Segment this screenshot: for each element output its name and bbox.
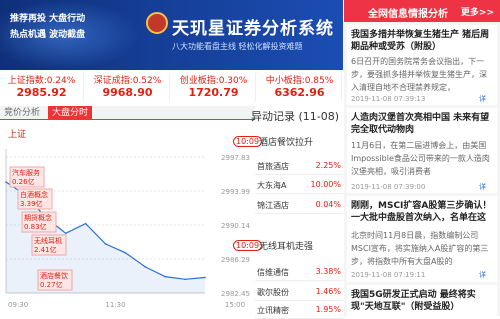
stock-name: 锦江酒店 xyxy=(257,201,289,210)
annotation-label: 期货概念 xyxy=(24,213,52,222)
annotation-label: 白酒概念 xyxy=(20,190,48,199)
price-point xyxy=(64,232,67,235)
news-item[interactable]: 我国5G研发正式启动 最终将实现"天地互联"（附受益股） xyxy=(347,285,497,316)
news-panel: 全网信息情报分析 更多>> 我国多措并举恢复生猪生产 猪后周期品种或受苏（附股）… xyxy=(344,0,500,316)
news-item[interactable]: 人造肉汉堡首次亮相中国 未来有望完全取代动物肉 11月6日，在第二届进博会上，由… xyxy=(347,108,497,193)
news-date: 2019-11-08 07:19:11 xyxy=(351,271,426,279)
news-item[interactable]: 我国多措并举恢复生猪生产 猪后周期品种或受苏（附股） 6日召开的国务院常务会议指… xyxy=(347,25,497,105)
price-point xyxy=(84,222,87,225)
stock-pct: 3.38% xyxy=(315,267,341,276)
event-time: 10:09 xyxy=(233,240,263,251)
tab-intraday[interactable]: 大盘分时 xyxy=(48,106,93,120)
chart-title: 上证 xyxy=(8,130,27,140)
detail-icon[interactable]: 详 xyxy=(479,270,486,280)
news-item[interactable]: 刚刚，MSCI扩容A股第三步确认！一大批中盘股首次纳入，名单在这 北京时间11月… xyxy=(347,196,497,282)
stock-name: 歌尔股份 xyxy=(257,288,289,297)
index-shenzhen[interactable]: 深证成指:0.52% 9968.90 xyxy=(86,73,170,101)
stock-name: 信维通信 xyxy=(257,268,289,277)
price-point xyxy=(5,181,7,183)
news-date: 2019-11-08 07:39:00 xyxy=(351,183,426,191)
x-tick-label: 09:30 xyxy=(8,301,28,309)
stock-pct: 0.04% xyxy=(315,200,341,209)
app-logo-icon xyxy=(146,12,168,34)
index-chinext[interactable]: 创业板指:0.30% 1720.79 xyxy=(172,73,256,101)
price-point xyxy=(104,243,107,245)
news-headline[interactable]: 我国多措并举恢复生猪生产 猪后周期品种或受苏（附股） xyxy=(351,29,493,53)
price-point xyxy=(184,278,186,281)
annotation-amount: 3.39亿 xyxy=(20,199,43,208)
event-time: 10:09 xyxy=(233,136,263,147)
event-name[interactable]: 无线耳机走强 xyxy=(259,239,313,252)
stock-name: 首旅酒店 xyxy=(257,162,289,171)
news-more-link[interactable]: 更多>> xyxy=(461,5,494,18)
index-value: 6362.96 xyxy=(274,86,325,99)
app-subtitle: 八大功能看盘主线 轻松化解投资难题 xyxy=(172,42,303,51)
news-date: 2019-11-08 07:39:13 xyxy=(351,95,426,103)
news-body: 北京时间11月8日晨，指数编制公司MSCI宣布，将实施纳入A股扩容的第三步，将指… xyxy=(351,231,489,266)
stock-pct: 10.00% xyxy=(310,180,341,189)
annotation-label: 无线耳机 xyxy=(34,236,62,245)
event-stock-row[interactable]: 信维通信 3.38% xyxy=(255,264,343,281)
x-tick-label: 11:30 xyxy=(105,301,125,309)
annotation-label: 汽车服务 xyxy=(12,168,40,177)
stock-pct: 1.95% xyxy=(315,305,341,314)
events-panel: 异动记录 (11-08) 10:09 酒店餐饮拉升 首旅酒店 2.25% 大东海… xyxy=(233,106,343,319)
chart-tabs: 竞价分析 大盘分时 xyxy=(0,106,255,120)
news-headline[interactable]: 我国5G研发正式启动 最终将实现"天地互联"（附受益股） xyxy=(351,289,493,313)
detail-icon[interactable]: 详 xyxy=(479,94,486,104)
index-name: 上证指数:0.24% xyxy=(7,76,76,86)
index-value: 9968.90 xyxy=(102,86,153,99)
event-stock-row[interactable]: 首旅酒店 2.25% xyxy=(255,158,343,175)
index-shanghai[interactable]: 上证指数:0.24% 2985.92 xyxy=(0,73,84,101)
stock-pct: 1.46% xyxy=(315,287,341,296)
annotation-amount: 2.41亿 xyxy=(34,245,57,254)
price-point xyxy=(164,275,166,278)
banner-slogan-2: 热点机遇 波动截盘 xyxy=(10,30,86,40)
event-name[interactable]: 酒店餐饮拉升 xyxy=(259,135,313,148)
tab-auction-analysis[interactable]: 竞价分析 xyxy=(0,106,44,120)
news-body: 6日召开的国务院常务会议指出，下一步，要强抓多措并举恢复生猪生产，深入清理自地不… xyxy=(351,57,487,92)
index-sme[interactable]: 中小板指:0.85% 6362.96 xyxy=(258,73,342,101)
price-point xyxy=(124,251,127,254)
banner-slogan-1: 推荐再投 大盘行动 xyxy=(10,14,86,24)
event-stock-row[interactable]: 立讯精密 1.95% xyxy=(255,302,343,319)
price-point xyxy=(204,276,206,279)
index-value: 2985.92 xyxy=(16,86,67,99)
stock-name: 大东海A xyxy=(257,181,287,190)
index-value: 1720.79 xyxy=(188,86,239,99)
event-stock-row[interactable]: 锦江酒店 0.04% xyxy=(255,197,343,214)
app-banner: 推荐再投 大盘行动 热点机遇 波动截盘 天玑星证券分析系统 八大功能看盘主线 轻… xyxy=(0,0,343,70)
news-headline[interactable]: 人造肉汉堡首次亮相中国 未来有望完全取代动物肉 xyxy=(351,112,493,136)
detail-icon[interactable]: 详 xyxy=(479,182,486,192)
index-name: 创业板指:0.30% xyxy=(179,76,248,86)
news-header-title: 全网信息情报分析 xyxy=(368,9,448,20)
price-point xyxy=(144,266,147,268)
app-title: 天玑星证券分析系统 xyxy=(172,19,334,39)
event-stock-row[interactable]: 歌尔股份 1.46% xyxy=(255,284,343,301)
news-header: 全网信息情报分析 更多>> xyxy=(344,0,500,22)
news-body: 11月6日，在第二届进博会上，由美国Impossible食品公司带来的一款人造肉… xyxy=(351,141,490,176)
stock-pct: 2.25% xyxy=(315,161,341,170)
annotation-amount: 0.27亿 xyxy=(40,280,63,289)
event-stock-row[interactable]: 大东海A 10.00% xyxy=(255,177,343,194)
events-title: 异动记录 (11-08) xyxy=(251,110,340,123)
annotation-amount: 0.26亿 xyxy=(12,177,35,186)
intraday-chart[interactable]: 2997.832993.992990.142986.292982.4509:30… xyxy=(0,121,255,310)
index-name: 中小板指:0.85% xyxy=(265,76,334,86)
index-name: 深证成指:0.52% xyxy=(93,76,162,86)
news-headline[interactable]: 刚刚，MSCI扩容A股第三步确认！一大批中盘股首次纳入，名单在这 xyxy=(351,200,493,224)
annotation-label: 酒店餐饮 xyxy=(40,271,68,280)
stock-name: 立讯精密 xyxy=(257,306,289,315)
annotation-amount: 0.83亿 xyxy=(24,222,47,231)
